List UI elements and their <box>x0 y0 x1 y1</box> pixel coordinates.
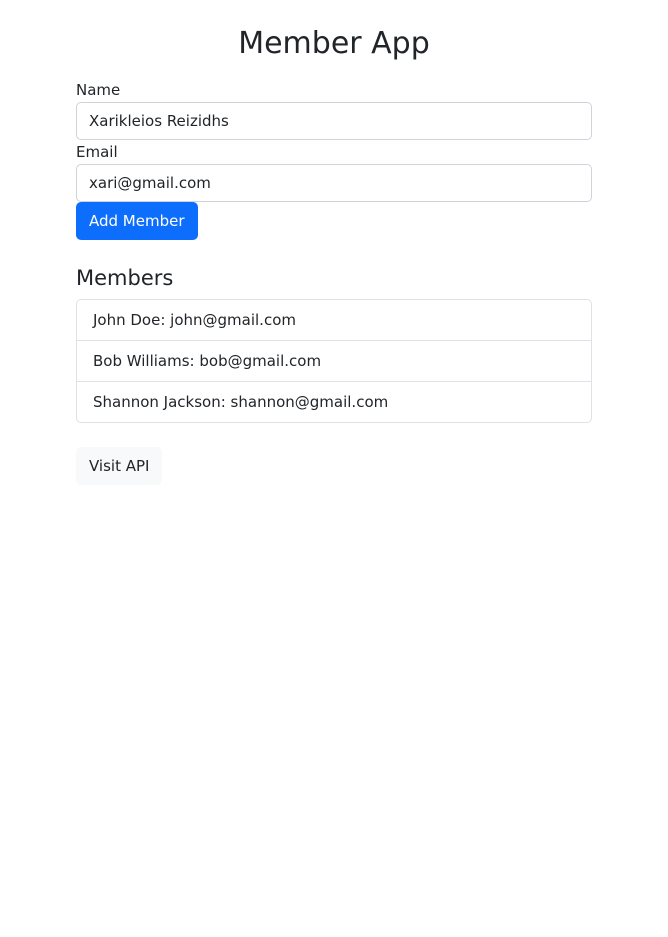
add-member-button[interactable]: Add Member <box>76 202 198 240</box>
email-label: Email <box>76 143 118 161</box>
name-input[interactable] <box>76 102 592 140</box>
page-title: Member App <box>238 26 430 61</box>
list-item: Bob Williams: bob@gmail.com <box>77 341 591 382</box>
list-item: Shannon Jackson: shannon@gmail.com <box>93 393 389 411</box>
name-label: Name <box>76 81 121 99</box>
members-heading: Members <box>76 266 174 290</box>
visit-api-link[interactable]: Visit API <box>76 447 163 485</box>
email-input[interactable] <box>76 164 592 202</box>
list-item: John Doe: john@gmail.com <box>77 300 591 341</box>
members-list: John Doe: john@gmail.com Bob Williams: b… <box>76 299 592 423</box>
